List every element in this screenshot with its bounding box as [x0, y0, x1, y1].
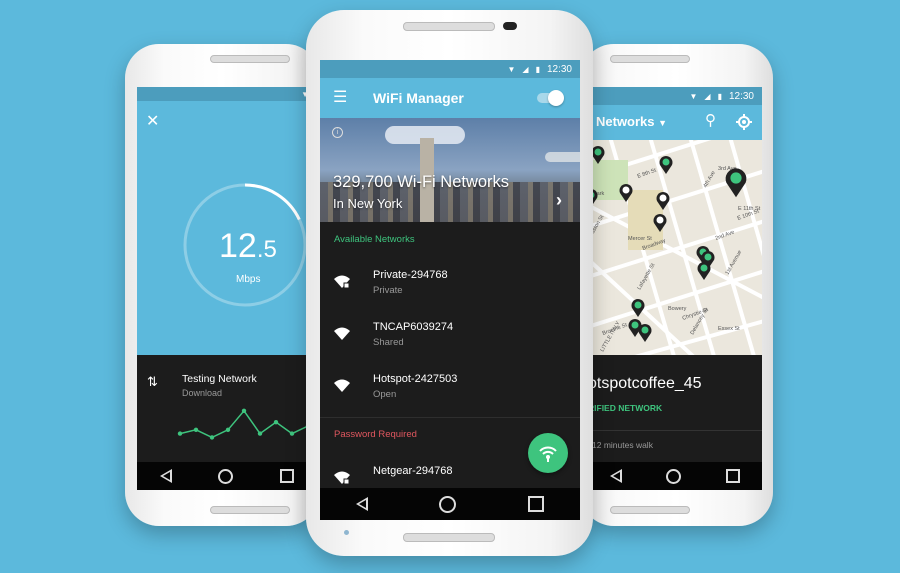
front-camera	[503, 22, 517, 30]
speed-panel: ✕ 12.5 Mbps	[137, 101, 317, 355]
status-time: 12:30	[728, 90, 754, 102]
speed-readout: 12.5	[219, 227, 277, 265]
testing-title: Testing Network	[182, 373, 257, 385]
app-title: WiFi Manager	[373, 90, 464, 106]
menu-icon[interactable]: ☰	[333, 87, 347, 107]
network-name: Netgear-294768	[373, 465, 453, 477]
speed-point	[257, 431, 263, 436]
wifi-icon	[334, 327, 350, 340]
network-type: Shared	[373, 337, 404, 348]
toolbar: ☰ WiFi Manager	[320, 78, 580, 118]
my-location-icon[interactable]	[736, 114, 752, 130]
back-icon[interactable]	[160, 469, 173, 483]
speaker	[210, 55, 290, 63]
wifi-locked-icon	[334, 471, 350, 485]
toolbar: Networks ▼ ⚲	[588, 105, 762, 140]
home-icon[interactable]	[439, 495, 457, 513]
speed-point	[209, 435, 215, 440]
back-icon[interactable]	[355, 497, 368, 511]
network-list-item[interactable]: Private-294768 Private	[320, 261, 580, 309]
map-street-label: Mercer St	[628, 236, 652, 242]
verified-badge: RIFIED NETWORK	[588, 403, 663, 413]
city-hero[interactable]: i 329,700 Wi-Fi Networks In New York ›	[320, 118, 580, 222]
speed-point	[241, 408, 247, 413]
transfer-icon: ⇅	[147, 374, 158, 389]
network-list-item[interactable]: Hotspot-2427503 Open	[320, 365, 580, 413]
nav-bar	[588, 462, 762, 490]
map-street-label: Bowery	[668, 306, 687, 312]
divider	[588, 430, 762, 431]
network-type: Open	[373, 389, 397, 400]
recents-icon[interactable]	[725, 469, 740, 483]
hero-count: 329,700 Wi-Fi Networks	[333, 173, 510, 191]
status-bar: ▼	[137, 87, 317, 101]
speaker	[210, 506, 290, 514]
notification-led	[344, 530, 349, 535]
center-phone: ▼ ◢ ▮ 12:30 ☰ WiFi Manager i 329,700 Wi-Fi …	[306, 10, 593, 556]
speed-point	[193, 427, 199, 432]
wifi-icon	[539, 446, 557, 462]
left-phone: ▼ ✕ 12.5 Mbps ⇅ Testing Network Download	[125, 44, 320, 526]
wifi-manager-screen: ▼ ◢ ▮ 12:30 ☰ WiFi Manager i 329,700 Wi-Fi …	[320, 60, 580, 520]
close-icon[interactable]: ✕	[146, 111, 159, 131]
map-view[interactable]: E 8th St 4th Ave3rd Ave2nd Ave1st AvenueE…	[588, 140, 762, 355]
search-icon[interactable]: ⚲	[705, 111, 716, 129]
password-required-header: Password Required	[334, 429, 417, 440]
battery-icon: ▮	[535, 64, 540, 74]
testing-subtitle: Download	[182, 388, 223, 398]
network-name: Private-294768	[373, 269, 448, 281]
gauge-progress-arc	[244, 183, 301, 221]
network-type: Private	[373, 285, 403, 296]
home-icon[interactable]	[666, 468, 682, 484]
network-name: otspotcoffee_45	[588, 375, 702, 392]
speed-point	[289, 431, 295, 436]
map-street-label: Essex St	[718, 326, 740, 332]
signal-icon: ◢	[704, 91, 711, 101]
battery-icon: ▮	[717, 91, 722, 101]
speed-chart	[177, 408, 311, 440]
speed-line	[179, 409, 309, 439]
home-icon[interactable]	[218, 468, 234, 484]
speaker	[610, 55, 690, 63]
chevron-right-icon[interactable]: ›	[556, 190, 562, 211]
nav-bar	[137, 462, 317, 490]
map-screen: ▼ ◢ ▮ 12:30 Networks ▼ ⚲ E 8th St 4th Ave 3rd…	[588, 87, 762, 490]
speed-point	[273, 420, 279, 425]
speaker	[610, 506, 690, 514]
nav-bar	[320, 488, 580, 520]
divider	[320, 417, 580, 418]
network-detail-panel: otspotcoffee_45 RIFIED NETWORK 12 minute…	[588, 355, 762, 462]
speed-test-screen: ▼ ✕ 12.5 Mbps ⇅ Testing Network Download	[137, 87, 317, 490]
recents-icon[interactable]	[279, 469, 294, 483]
network-filter-dropdown[interactable]: Networks ▼	[596, 114, 667, 129]
wifi-toggle[interactable]	[537, 90, 564, 106]
info-icon[interactable]: i	[332, 127, 343, 138]
recents-icon[interactable]	[528, 496, 545, 512]
status-bar: ▼ ◢ ▮ 12:30	[320, 60, 580, 78]
network-name: Hotspot-2427503	[373, 373, 458, 385]
right-phone: ▼ ◢ ▮ 12:30 Networks ▼ ⚲ E 8th St 4th Ave 3rd…	[580, 44, 773, 526]
cloud	[545, 152, 580, 162]
network-list-item[interactable]: TNCAP6039274 Shared	[320, 313, 580, 361]
scan-wifi-fab[interactable]	[528, 433, 568, 473]
speaker	[403, 22, 495, 31]
wifi-status-icon: ▼	[689, 91, 698, 101]
speed-point	[225, 427, 231, 432]
status-bar: ▼ ◢ ▮ 12:30	[588, 87, 762, 105]
wifi-icon	[334, 379, 350, 392]
back-icon[interactable]	[610, 469, 623, 483]
caret-down-icon: ▼	[658, 118, 668, 128]
wifi-locked-icon	[334, 275, 350, 289]
hero-location: In New York	[333, 196, 403, 211]
network-name: TNCAP6039274	[373, 321, 454, 333]
distance: 12 minutes walk	[592, 440, 653, 450]
speaker	[403, 533, 495, 542]
status-time: 12:30	[546, 63, 572, 75]
testing-panel: ⇅ Testing Network Download	[137, 355, 317, 462]
speed-point	[177, 431, 183, 436]
wifi-status-icon: ▼	[507, 64, 516, 74]
available-networks-header: Available Networks	[334, 234, 415, 245]
signal-icon: ◢	[522, 64, 529, 74]
speed-unit: Mbps	[236, 274, 261, 285]
